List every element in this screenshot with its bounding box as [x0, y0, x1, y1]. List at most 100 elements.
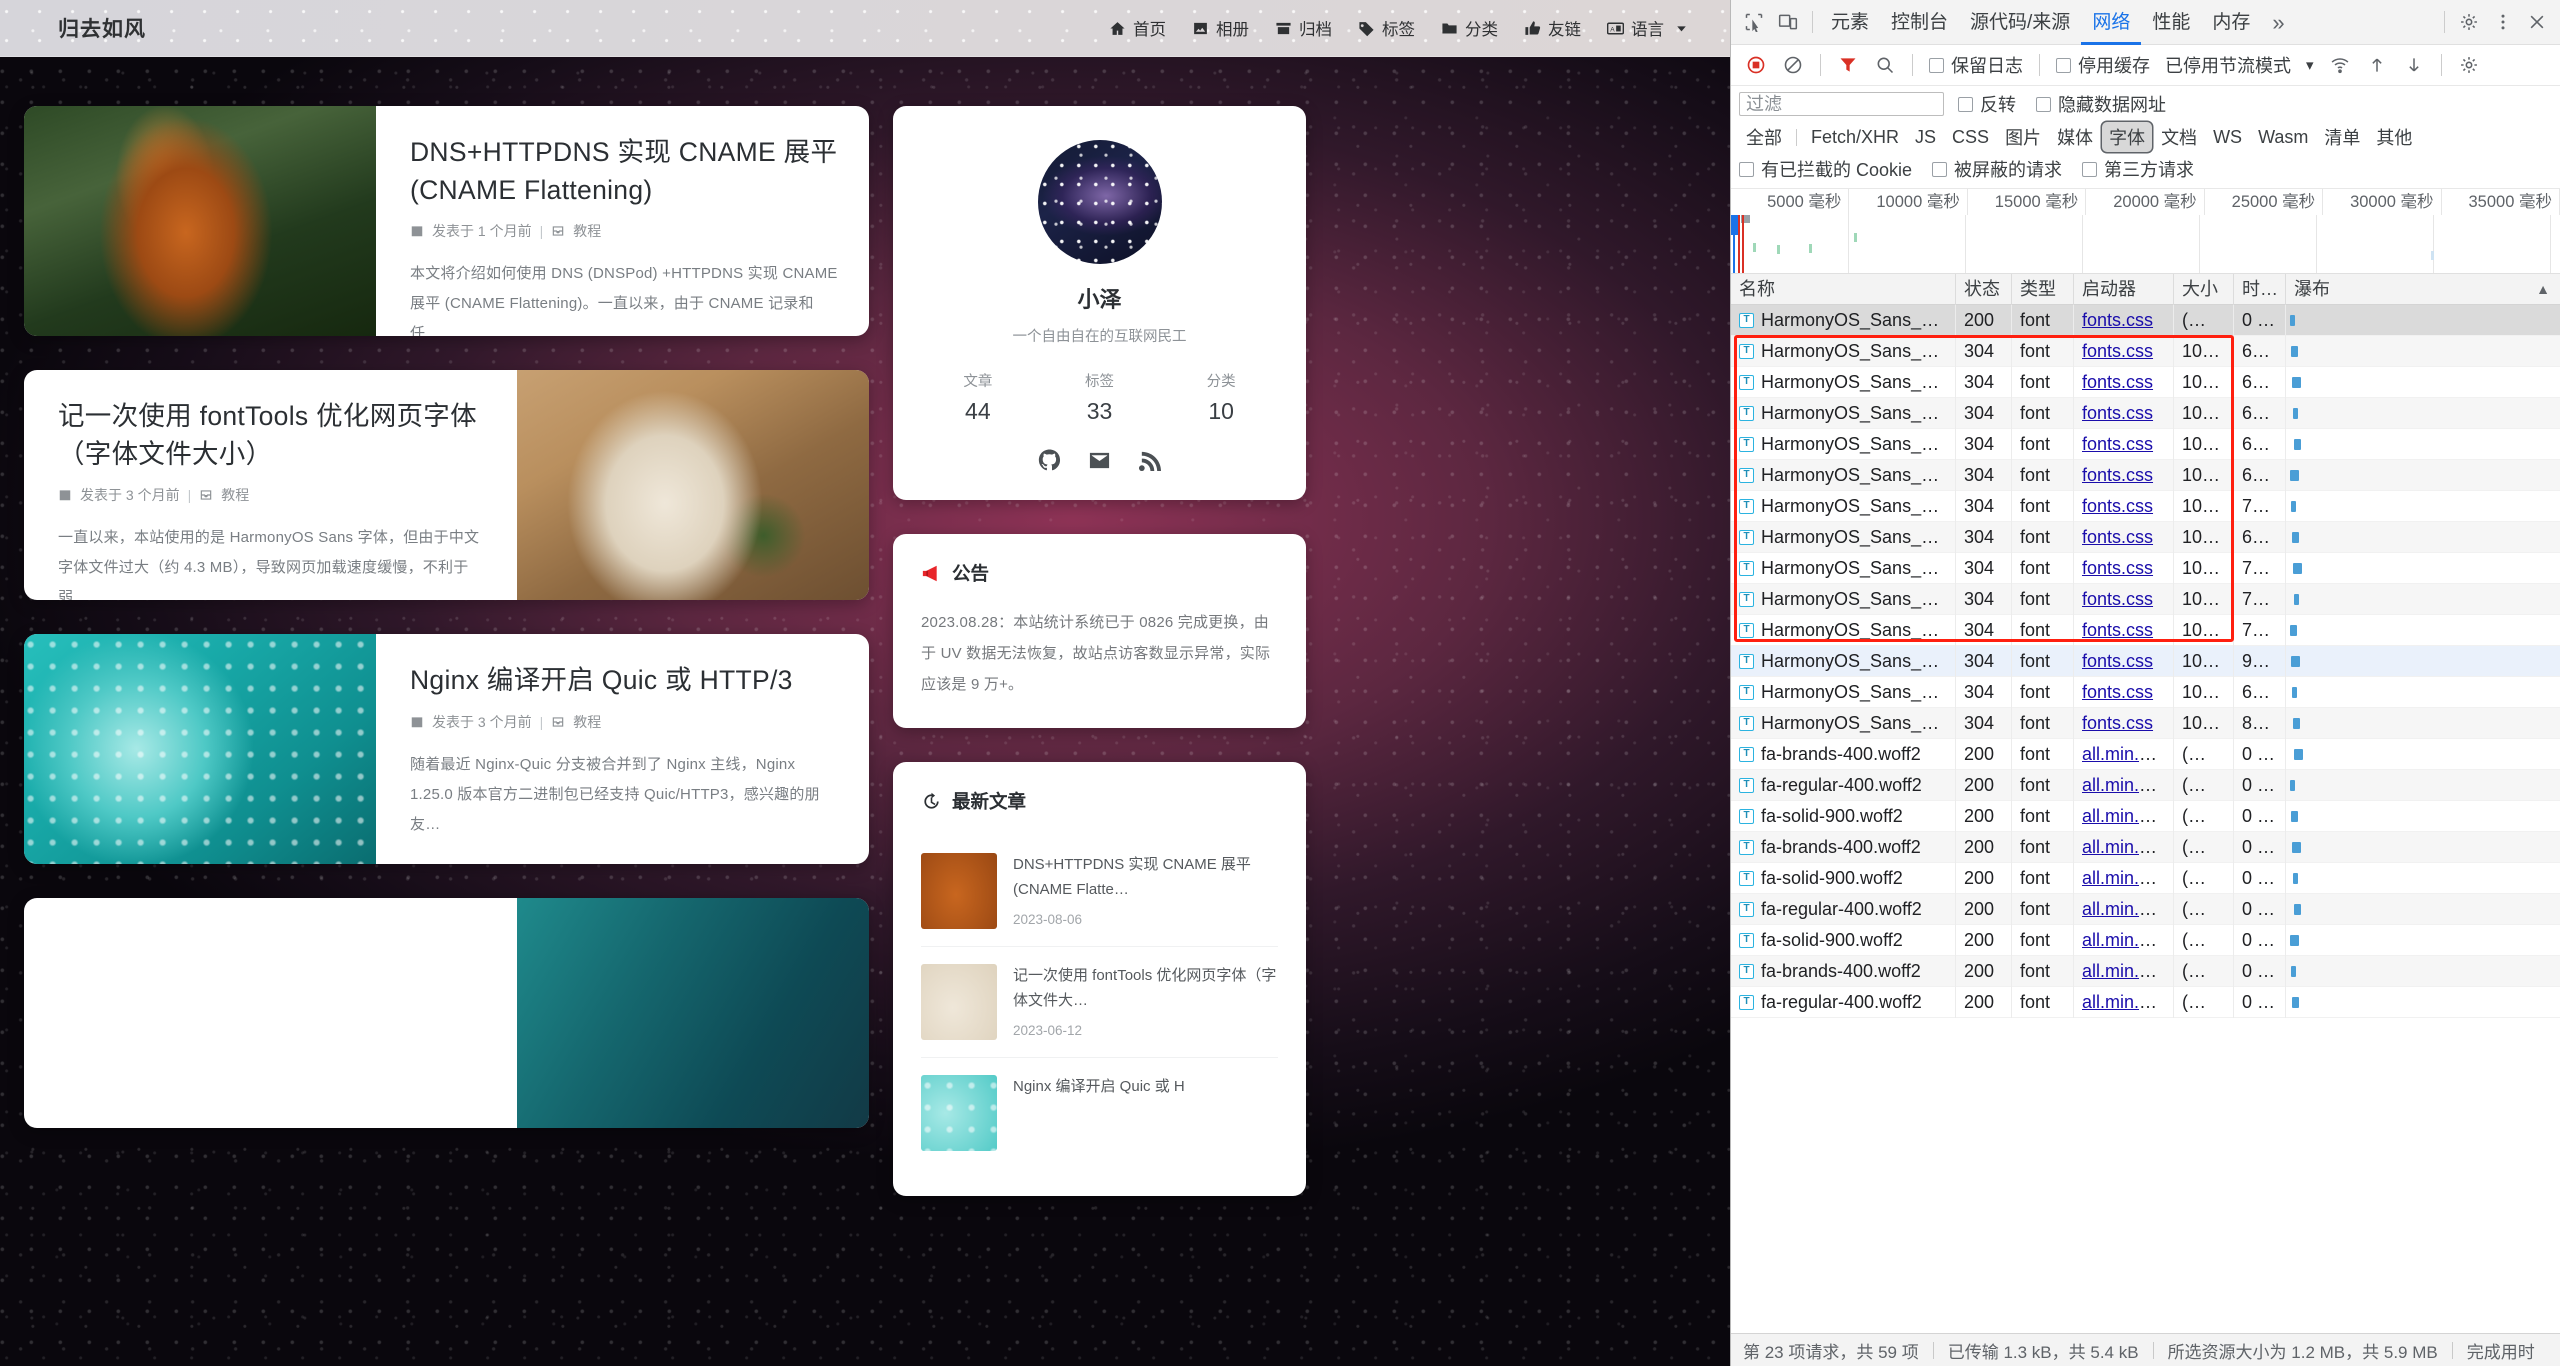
- type-filter-js[interactable]: JS: [1908, 125, 1943, 150]
- cell-name[interactable]: THarmonyOS_Sans_…: [1731, 646, 1956, 677]
- col-header-name[interactable]: 名称: [1731, 274, 1956, 305]
- cell-initiator[interactable]: all.min.css: [2074, 925, 2174, 956]
- nav-item-archive[interactable]: 归档: [1275, 16, 1332, 40]
- cell-initiator[interactable]: fonts.css: [2074, 522, 2174, 553]
- cell-initiator[interactable]: fonts.css: [2074, 305, 2174, 336]
- table-row[interactable]: THarmonyOS_Sans_…304fontfonts.css102 B6…: [1731, 336, 2560, 367]
- initiator-link[interactable]: fonts.css: [2082, 651, 2153, 671]
- cell-name[interactable]: THarmonyOS_Sans_…: [1731, 522, 1956, 553]
- cell-initiator[interactable]: all.min.css: [2074, 956, 2174, 987]
- type-filter-other[interactable]: 其他: [2369, 122, 2419, 152]
- table-row[interactable]: THarmonyOS_Sans_…304fontfonts.css101 B6…: [1731, 460, 2560, 491]
- table-row[interactable]: THarmonyOS_Sans_…304fontfonts.css101 B6…: [1731, 367, 2560, 398]
- initiator-link[interactable]: fonts.css: [2082, 372, 2153, 392]
- initiator-link[interactable]: fonts.css: [2082, 682, 2153, 702]
- initiator-link[interactable]: fonts.css: [2082, 589, 2153, 609]
- download-har-icon[interactable]: [2397, 48, 2431, 82]
- cell-name[interactable]: Tfa-regular-400.woff2: [1731, 770, 1956, 801]
- nav-item-language[interactable]: A 语言: [1607, 16, 1690, 40]
- table-row[interactable]: Tfa-regular-400.woff2200fontall.min.css(…: [1731, 770, 2560, 801]
- stat-categories[interactable]: 分类 10: [1207, 370, 1236, 425]
- clear-icon[interactable]: [1776, 48, 1810, 82]
- cell-name[interactable]: Tfa-brands-400.woff2: [1731, 832, 1956, 863]
- tab-sources[interactable]: 源代码/来源: [1959, 0, 2081, 45]
- hide-data-urls-checkbox[interactable]: 隐藏数据网址: [2030, 91, 2172, 117]
- initiator-link[interactable]: fonts.css: [2082, 310, 2153, 330]
- stat-tags[interactable]: 标签 33: [1085, 370, 1114, 425]
- more-vertical-icon[interactable]: [2486, 5, 2520, 39]
- search-icon[interactable]: [1868, 48, 1902, 82]
- table-row[interactable]: Tfa-brands-400.woff2200fontall.min.css(……: [1731, 956, 2560, 987]
- type-filter-manifest[interactable]: 清单: [2317, 122, 2367, 152]
- cell-name[interactable]: THarmonyOS_Sans_…: [1731, 491, 1956, 522]
- tab-memory[interactable]: 内存: [2201, 0, 2261, 45]
- gear-icon[interactable]: [2452, 5, 2486, 39]
- table-row[interactable]: Tfa-solid-900.woff2200fontall.min.css(…0…: [1731, 925, 2560, 956]
- cell-initiator[interactable]: fonts.css: [2074, 553, 2174, 584]
- initiator-link[interactable]: all.min.css: [2082, 837, 2166, 857]
- table-row[interactable]: THarmonyOS_Sans_…304fontfonts.css102 B6…: [1731, 522, 2560, 553]
- table-row[interactable]: THarmonyOS_Sans_…200fontfonts.css(…0 …: [1731, 305, 2560, 336]
- initiator-link[interactable]: all.min.css: [2082, 775, 2166, 795]
- preserve-log-checkbox[interactable]: 保留日志: [1923, 52, 2029, 78]
- type-filter-fetchxhr[interactable]: Fetch/XHR: [1804, 125, 1906, 150]
- cell-name[interactable]: THarmonyOS_Sans_…: [1731, 553, 1956, 584]
- cell-name[interactable]: THarmonyOS_Sans_…: [1731, 367, 1956, 398]
- cell-initiator[interactable]: fonts.css: [2074, 398, 2174, 429]
- type-filter-font[interactable]: 字体: [2102, 122, 2152, 152]
- cell-name[interactable]: Tfa-regular-400.woff2: [1731, 894, 1956, 925]
- table-row[interactable]: THarmonyOS_Sans_…304fontfonts.css101 B7…: [1731, 615, 2560, 646]
- initiator-link[interactable]: fonts.css: [2082, 403, 2153, 423]
- tab-elements[interactable]: 元素: [1820, 0, 1880, 45]
- cell-initiator[interactable]: fonts.css: [2074, 336, 2174, 367]
- cell-name[interactable]: THarmonyOS_Sans_…: [1731, 460, 1956, 491]
- col-header-waterfall[interactable]: 瀑布 ▲: [2286, 274, 2560, 305]
- filter-input[interactable]: [1739, 92, 1944, 116]
- network-overview-timeline[interactable]: 5000 毫秒 10000 毫秒 15000 毫秒 20000 毫秒 25000…: [1731, 189, 2560, 274]
- nav-item-friends[interactable]: 友链: [1524, 16, 1581, 40]
- cell-name[interactable]: Tfa-brands-400.woff2: [1731, 956, 1956, 987]
- table-row[interactable]: THarmonyOS_Sans_…304fontfonts.css102 B8…: [1731, 708, 2560, 739]
- post-title[interactable]: DNS+HTTPDNS 实现 CNAME 展平 (CNAME Flattenin…: [410, 134, 839, 209]
- type-filter-css[interactable]: CSS: [1945, 125, 1996, 150]
- tab-network[interactable]: 网络: [2081, 0, 2141, 45]
- cell-name[interactable]: THarmonyOS_Sans_…: [1731, 708, 1956, 739]
- recent-post-item[interactable]: DNS+HTTPDNS 实现 CNAME 展平 (CNAME Flatte… 2…: [921, 836, 1278, 947]
- blocked-requests-checkbox[interactable]: 被屏蔽的请求: [1926, 156, 2068, 182]
- stat-posts[interactable]: 文章 44: [963, 370, 992, 425]
- cell-initiator[interactable]: all.min.css: [2074, 894, 2174, 925]
- cell-initiator[interactable]: fonts.css: [2074, 460, 2174, 491]
- table-row[interactable]: THarmonyOS_Sans_…304fontfonts.css101 B6…: [1731, 429, 2560, 460]
- cell-name[interactable]: THarmonyOS_Sans_…: [1731, 336, 1956, 367]
- network-conditions-icon[interactable]: [2323, 48, 2357, 82]
- sort-ascending-icon[interactable]: ▲: [2536, 274, 2550, 305]
- upload-har-icon[interactable]: [2360, 48, 2394, 82]
- more-tabs-button[interactable]: »: [2261, 0, 2295, 45]
- third-party-checkbox[interactable]: 第三方请求: [2076, 156, 2200, 182]
- cell-name[interactable]: Tfa-solid-900.woff2: [1731, 801, 1956, 832]
- type-filter-wasm[interactable]: Wasm: [2251, 125, 2315, 150]
- github-icon[interactable]: [1038, 449, 1061, 472]
- site-brand[interactable]: 归去如风: [58, 13, 146, 43]
- nav-item-categories[interactable]: 分类: [1441, 16, 1498, 40]
- cell-initiator[interactable]: fonts.css: [2074, 708, 2174, 739]
- cell-name[interactable]: Tfa-solid-900.woff2: [1731, 863, 1956, 894]
- initiator-link[interactable]: fonts.css: [2082, 558, 2153, 578]
- initiator-link[interactable]: fonts.css: [2082, 620, 2153, 640]
- chevron-down-icon[interactable]: ▾: [2300, 56, 2320, 74]
- type-filter-all[interactable]: 全部: [1739, 122, 1789, 152]
- type-filter-media[interactable]: 媒体: [2050, 122, 2100, 152]
- post-category[interactable]: 教程: [573, 712, 601, 732]
- col-header-initiator[interactable]: 启动器: [2074, 274, 2174, 305]
- close-icon[interactable]: [2520, 5, 2554, 39]
- recent-post-item[interactable]: 记一次使用 fontTools 优化网页字体（字体文件大… 2023-06-12: [921, 947, 1278, 1058]
- post-category[interactable]: 教程: [221, 485, 249, 505]
- table-row[interactable]: Tfa-regular-400.woff2200fontall.min.css(…: [1731, 894, 2560, 925]
- post-card[interactable]: Nginx 编译开启 Quic 或 HTTP/3 发表于 3 个月前 | 教程 …: [24, 634, 869, 864]
- cell-name[interactable]: THarmonyOS_Sans_…: [1731, 615, 1956, 646]
- cell-name[interactable]: Tfa-solid-900.woff2: [1731, 925, 1956, 956]
- cell-initiator[interactable]: all.min.css: [2074, 801, 2174, 832]
- cell-initiator[interactable]: all.min.css: [2074, 739, 2174, 770]
- table-row[interactable]: THarmonyOS_Sans_…304fontfonts.css101 B7…: [1731, 491, 2560, 522]
- avatar[interactable]: [1038, 140, 1162, 264]
